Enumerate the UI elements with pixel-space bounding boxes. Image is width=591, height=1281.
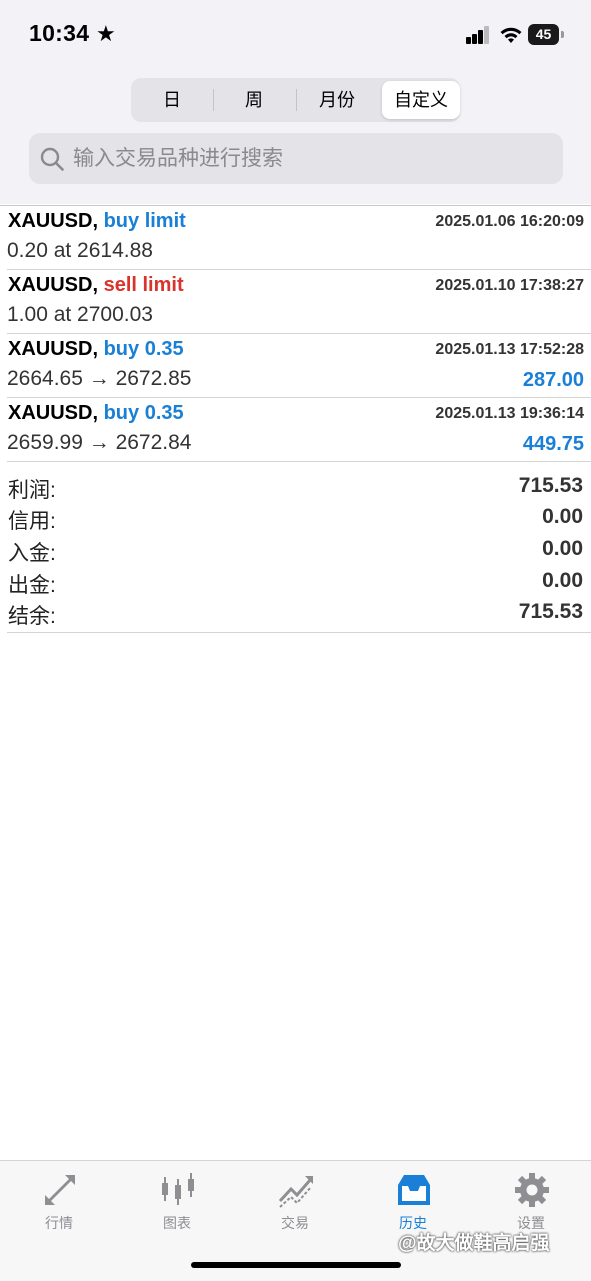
order-row[interactable]: XAUUSD, buy limit 2025.01.06 16:20:09 0.… [0, 206, 591, 270]
order-time: 2025.01.13 17:52:28 [435, 341, 584, 358]
order-action: buy 0.35 [103, 338, 184, 360]
order-title: XAUUSD, buy 0.35 [8, 402, 184, 425]
order-symbol: XAUUSD, [8, 402, 99, 424]
gear-icon [515, 1173, 549, 1207]
order-action: sell limit [103, 274, 184, 296]
summary-label: 利润: [8, 479, 56, 502]
tab-label: 行情 [45, 1215, 73, 1231]
order-symbol: XAUUSD, [8, 338, 99, 360]
summary-label: 出金: [8, 574, 56, 597]
wifi-icon [500, 27, 522, 43]
order-time: 2025.01.10 17:38:27 [435, 277, 584, 294]
summary-label: 信用: [8, 510, 56, 533]
summary-divider [7, 632, 591, 633]
tab-label: 交易 [281, 1215, 309, 1231]
summary-row-withdrawal: 出金: 0.00 [0, 569, 591, 601]
summary-value: 0.00 [542, 537, 583, 560]
order-row[interactable]: XAUUSD, sell limit 2025.01.10 17:38:27 1… [0, 270, 591, 334]
history-inbox-icon [398, 1175, 430, 1205]
order-symbol: XAUUSD, [8, 274, 99, 296]
segment-divider [213, 89, 214, 111]
trade-trend-icon [278, 1176, 313, 1208]
search-input[interactable] [73, 133, 543, 184]
quotes-arrows-icon [45, 1175, 75, 1205]
order-detail: 0.20 at 2614.88 [7, 239, 153, 262]
summary-label: 结余: [8, 605, 56, 628]
candlestick-chart-icon [162, 1173, 194, 1205]
order-detail: 2659.99 → 2672.84 [7, 431, 192, 454]
segment-month[interactable]: 月份 [298, 81, 376, 119]
segment-divider [296, 89, 297, 111]
order-title: XAUUSD, buy limit [8, 210, 186, 233]
order-symbol: XAUUSD, [8, 210, 99, 232]
battery-cap [561, 31, 564, 38]
order-row[interactable]: XAUUSD, buy 0.35 2025.01.13 17:52:28 266… [0, 334, 591, 398]
summary-value: 0.00 [542, 569, 583, 592]
search-bar [29, 133, 563, 184]
summary-row-profit: 利润: 715.53 [0, 474, 591, 506]
order-time: 2025.01.06 16:20:09 [435, 213, 584, 230]
segment-day[interactable]: 日 [133, 81, 211, 119]
order-time: 2025.01.13 19:36:14 [435, 405, 584, 422]
period-segmented-control: 日 周 月份 自定义 [131, 78, 460, 122]
summary-label: 入金: [8, 542, 56, 565]
summary-value: 0.00 [542, 505, 583, 528]
tab-quotes[interactable]: 行情 [0, 1161, 118, 1241]
order-title: XAUUSD, buy 0.35 [8, 338, 184, 361]
battery-icon: 45 [528, 24, 559, 45]
summary-row-deposit: 入金: 0.00 [0, 537, 591, 569]
order-action: buy 0.35 [103, 402, 184, 424]
summary-value: 715.53 [518, 474, 583, 497]
summary-row-credit: 信用: 0.00 [0, 505, 591, 537]
segment-custom[interactable]: 自定义 [382, 81, 460, 119]
star-icon: ★ [96, 21, 116, 46]
row-divider [7, 461, 591, 462]
status-time: 10:34 [29, 20, 90, 46]
order-profit: 449.75 [522, 433, 584, 455]
cellular-signal-icon [466, 26, 492, 44]
watermark-text: @故大做鞋高启强 [398, 1233, 550, 1254]
summary-row-balance: 结余: 715.53 [0, 600, 591, 632]
summary-value: 715.53 [518, 600, 583, 623]
order-action: buy limit [103, 210, 186, 232]
search-icon [40, 147, 64, 171]
order-detail: 2664.65 → 2672.85 [7, 367, 192, 390]
home-indicator[interactable] [191, 1262, 401, 1268]
order-profit: 287.00 [522, 369, 584, 391]
order-row[interactable]: XAUUSD, buy 0.35 2025.01.13 19:36:14 265… [0, 398, 591, 462]
segment-week[interactable]: 周 [215, 81, 293, 119]
tab-trade[interactable]: 交易 [236, 1161, 354, 1241]
order-detail: 1.00 at 2700.03 [7, 303, 153, 326]
status-bar: 10:34 ★ 45 [0, 0, 591, 70]
tab-charts[interactable]: 图表 [118, 1161, 236, 1241]
order-title: XAUUSD, sell limit [8, 274, 184, 297]
tab-label: 图表 [163, 1215, 191, 1231]
